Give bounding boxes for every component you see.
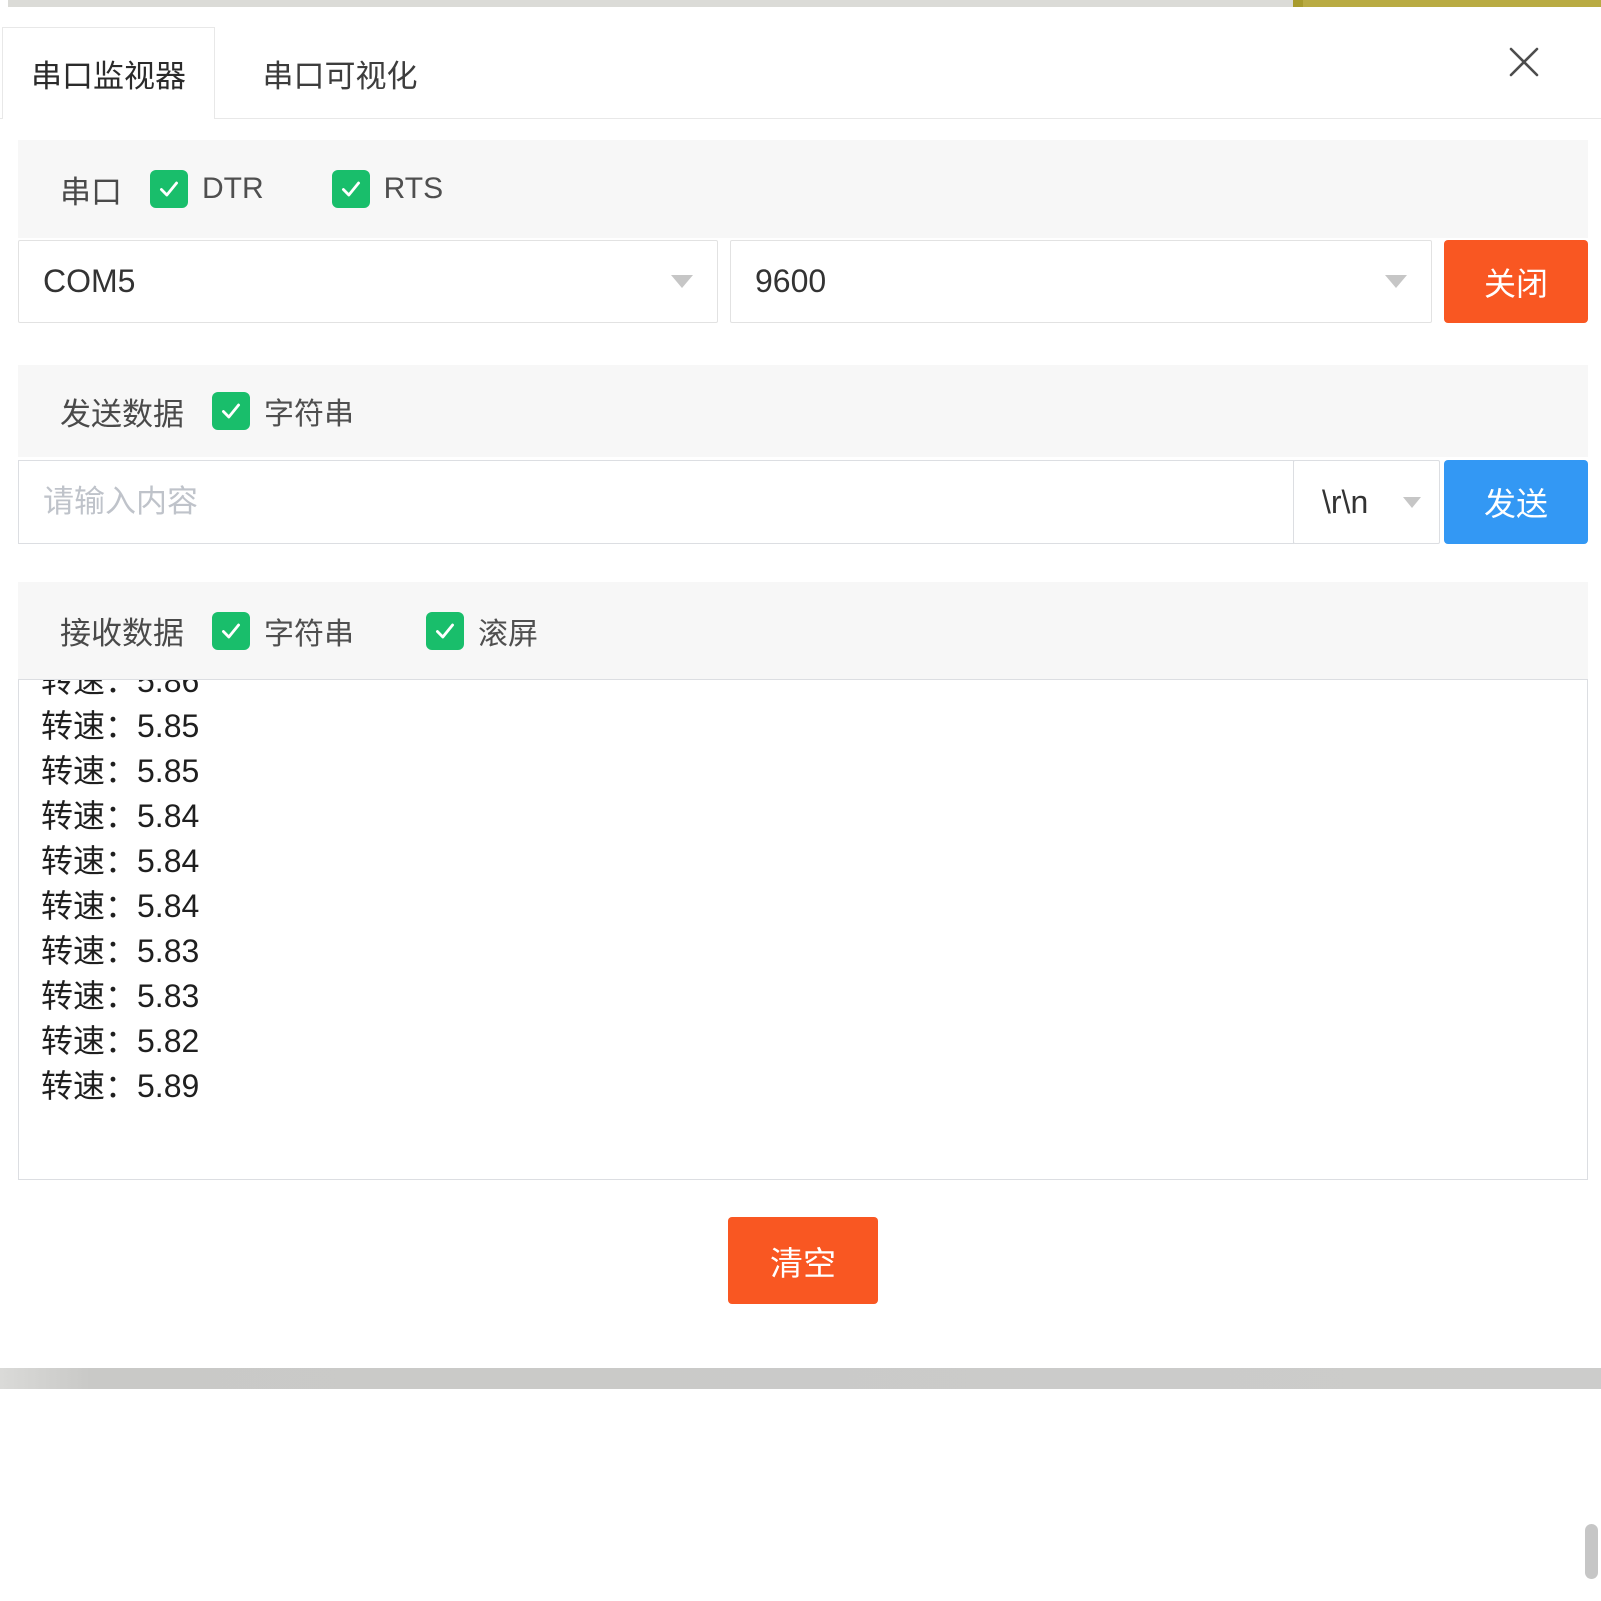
tab-serial-visualization-label: 串口可视化	[263, 51, 418, 96]
receive-line: 转速：5.83	[41, 929, 1587, 974]
receive-scroll-checkbox[interactable]	[426, 612, 464, 650]
dropdown-arrow-icon	[1403, 497, 1421, 508]
background-scroll-track	[8, 0, 1293, 7]
receive-output-area[interactable]: 转速：5.86转速：5.85转速：5.85转速：5.84转速：5.84转速：5.…	[18, 679, 1588, 1180]
rts-checkbox[interactable]	[332, 170, 370, 208]
dropdown-arrow-icon	[671, 275, 693, 288]
receive-line: 转速：5.86	[41, 679, 1587, 704]
send-controls-row: \r\n 发送	[18, 460, 1588, 544]
baud-select[interactable]: 9600	[730, 240, 1432, 323]
receive-line: 转速：5.85	[41, 704, 1587, 749]
send-section-header: 发送数据 字符串	[18, 365, 1588, 457]
serial-section-label: 串口	[60, 167, 122, 212]
check-icon	[218, 398, 244, 424]
line-ending-value: \r\n	[1322, 484, 1368, 521]
send-input[interactable]	[18, 460, 1294, 544]
receive-line: 转速：5.84	[41, 794, 1587, 839]
tab-serial-monitor[interactable]: 串口监视器	[2, 27, 215, 119]
receive-string-checkbox-label: 字符串	[264, 609, 354, 653]
receive-string-checkbox[interactable]	[212, 612, 250, 650]
serial-controls-row: COM5 9600 关闭	[18, 240, 1588, 323]
serial-monitor-dialog: 串口监视器 串口可视化 串口 DTR RTS COM5	[0, 0, 1601, 1601]
send-string-checkbox[interactable]	[212, 392, 250, 430]
receive-output-lines: 转速：5.86转速：5.85转速：5.85转速：5.84转速：5.84转速：5.…	[19, 679, 1587, 1109]
tab-serial-monitor-label: 串口监视器	[31, 51, 186, 96]
receive-section-header: 接收数据 字符串 滚屏	[18, 582, 1588, 679]
background-olive-notch	[1293, 0, 1303, 7]
send-string-checkbox-label: 字符串	[264, 389, 354, 433]
receive-line: 转速：5.82	[41, 1019, 1587, 1064]
send-section-label: 发送数据	[60, 389, 184, 434]
check-icon	[156, 176, 182, 202]
receive-line: 转速：5.84	[41, 839, 1587, 884]
send-button-label: 发送	[1484, 479, 1548, 525]
scrollbar-thumb[interactable]	[1585, 1524, 1598, 1579]
check-icon	[432, 618, 458, 644]
receive-line: 转速：5.84	[41, 884, 1587, 929]
clear-button-label: 清空	[770, 1237, 836, 1285]
background-olive-bar	[1293, 0, 1601, 7]
port-close-button[interactable]: 关闭	[1444, 240, 1588, 323]
dtr-checkbox[interactable]	[150, 170, 188, 208]
check-icon	[218, 618, 244, 644]
port-select[interactable]: COM5	[18, 240, 718, 323]
check-icon	[338, 176, 364, 202]
close-icon	[1505, 43, 1543, 81]
receive-scroll-checkbox-label: 滚屏	[478, 609, 538, 653]
receive-line: 转速：5.83	[41, 974, 1587, 1019]
bottom-window-bar	[0, 1368, 1601, 1389]
receive-line: 转速：5.85	[41, 749, 1587, 794]
receive-line: 转速：5.89	[41, 1064, 1587, 1109]
dropdown-arrow-icon	[1385, 275, 1407, 288]
receive-section-label: 接收数据	[60, 608, 184, 653]
tab-serial-visualization[interactable]: 串口可视化	[240, 27, 440, 119]
clear-button[interactable]: 清空	[728, 1217, 878, 1304]
dialog-close-button[interactable]	[1499, 37, 1549, 87]
serial-section-header: 串口 DTR RTS	[18, 140, 1588, 238]
send-button[interactable]: 发送	[1444, 460, 1588, 544]
dtr-checkbox-label: DTR	[202, 172, 264, 206]
port-select-value: COM5	[43, 263, 135, 300]
baud-select-value: 9600	[755, 263, 826, 300]
rts-checkbox-label: RTS	[384, 172, 443, 206]
line-ending-select[interactable]: \r\n	[1293, 460, 1440, 544]
port-close-button-label: 关闭	[1484, 259, 1548, 305]
